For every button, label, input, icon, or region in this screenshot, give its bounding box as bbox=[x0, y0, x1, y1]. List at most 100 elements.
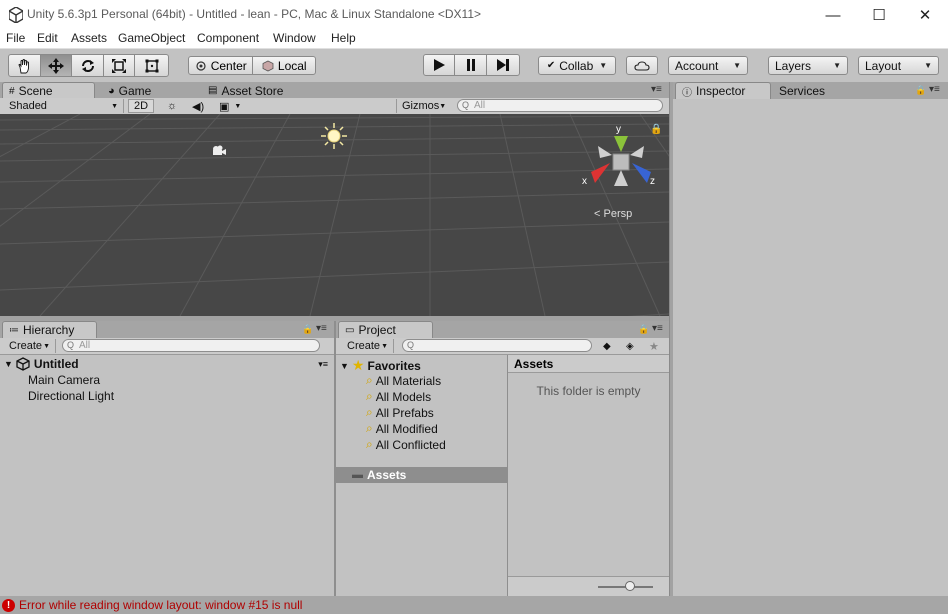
tab-scene[interactable]: # Scene bbox=[2, 82, 95, 99]
lock-icon[interactable]: 🔒 bbox=[638, 324, 649, 335]
window-title: Unity 5.6.3p1 Personal (64bit) - Untitle… bbox=[27, 7, 482, 21]
favorite-item-all-materials[interactable]: ⌕ All Materials bbox=[366, 373, 441, 388]
project-create-label: Create bbox=[347, 340, 381, 352]
chevron-down-icon: ▼ bbox=[43, 342, 50, 350]
menu-help[interactable]: Help bbox=[331, 31, 356, 45]
play-button[interactable] bbox=[424, 55, 456, 75]
filter-type-button[interactable]: ◆ bbox=[598, 339, 618, 353]
star-icon: ★ bbox=[649, 340, 659, 353]
tab-project-label: Project bbox=[358, 323, 396, 337]
pause-icon bbox=[466, 59, 475, 71]
scene-search-input[interactable]: Q All bbox=[457, 99, 663, 112]
panel-menu-icon[interactable]: ▾≡ bbox=[929, 84, 940, 95]
gizmos-dropdown[interactable]: Gizmos ▼ bbox=[396, 99, 450, 113]
chevron-down-icon: ▼ bbox=[381, 342, 388, 350]
pause-button[interactable] bbox=[455, 55, 487, 75]
pivot-center-label: Center bbox=[210, 58, 247, 73]
tag-icon: ◈ bbox=[626, 340, 634, 352]
pivot-space-toggle[interactable]: Local bbox=[253, 57, 315, 74]
panel-menu-icon[interactable]: ▾≡ bbox=[652, 323, 663, 334]
scene-viewport[interactable]: y x z 🔒 < Persp bbox=[0, 114, 669, 316]
lock-icon[interactable]: 🔒 bbox=[302, 324, 313, 335]
shading-mode-dropdown[interactable]: Shaded ▼ bbox=[4, 99, 124, 113]
favorite-button[interactable]: ★ bbox=[644, 339, 664, 353]
cloud-button[interactable] bbox=[626, 56, 658, 75]
scale-tool-button[interactable] bbox=[104, 55, 136, 76]
layers-dropdown[interactable]: Layers ▼ bbox=[768, 56, 848, 75]
maximize-button[interactable]: ☐ bbox=[856, 0, 902, 30]
status-message: Error while reading window layout: windo… bbox=[19, 598, 303, 612]
pivot-center-toggle[interactable]: Center bbox=[189, 57, 254, 74]
speaker-icon: ◀) bbox=[192, 100, 205, 113]
shading-mode-label: Shaded bbox=[9, 100, 47, 112]
favorite-label: All Prefabs bbox=[375, 405, 434, 420]
transform-tools bbox=[8, 54, 169, 77]
close-button[interactable]: ✕ bbox=[902, 0, 948, 30]
store-icon: ▤ bbox=[208, 85, 218, 96]
directional-light-icon[interactable] bbox=[320, 122, 348, 150]
expand-triangle-icon[interactable]: ▼ bbox=[340, 361, 349, 371]
menu-edit[interactable]: Edit bbox=[37, 31, 58, 45]
hierarchy-create-dropdown[interactable]: Create ▼ bbox=[4, 339, 56, 353]
step-button[interactable] bbox=[487, 55, 519, 75]
icon-size-slider-thumb[interactable] bbox=[625, 581, 635, 591]
menu-component[interactable]: Component bbox=[197, 31, 259, 45]
favorite-item-all-models[interactable]: ⌕ All Models bbox=[366, 389, 431, 404]
status-bar[interactable]: ! Error while reading window layout: win… bbox=[0, 596, 948, 614]
lighting-toggle[interactable]: ☼ bbox=[162, 99, 186, 113]
rect-tool-button[interactable] bbox=[135, 55, 168, 76]
filter-label-button[interactable]: ◈ bbox=[621, 339, 641, 353]
layout-dropdown[interactable]: Layout ▼ bbox=[858, 56, 939, 75]
minimize-button[interactable]: — bbox=[810, 0, 856, 30]
scene-menu-icon[interactable]: ▾≡ bbox=[318, 359, 328, 370]
menu-window[interactable]: Window bbox=[273, 31, 316, 45]
favorite-item-all-modified[interactable]: ⌕ All Modified bbox=[366, 421, 438, 436]
tab-scene-label: Scene bbox=[18, 84, 53, 98]
camera-icon[interactable] bbox=[209, 144, 227, 158]
hierarchy-search-input[interactable]: Q All bbox=[62, 339, 320, 352]
tab-inspector[interactable]: ⓘ Inspector bbox=[675, 82, 771, 99]
expand-triangle-icon[interactable]: ▼ bbox=[4, 359, 13, 369]
hierarchy-item-directional-light[interactable]: Directional Light bbox=[28, 389, 114, 403]
panel-menu-icon[interactable]: ▾≡ bbox=[316, 323, 327, 334]
error-icon: ! bbox=[2, 598, 15, 612]
favorite-item-all-prefabs[interactable]: ⌕ All Prefabs bbox=[366, 405, 434, 420]
scene-root-row[interactable]: ▼ Untitled ▾≡ bbox=[4, 357, 330, 371]
gizmos-label: Gizmos bbox=[402, 100, 440, 112]
assets-folder-row[interactable]: ▬ Assets bbox=[336, 467, 507, 483]
favorites-row[interactable]: ▼ ★ Favorites bbox=[340, 357, 421, 374]
project-search-input[interactable]: Q bbox=[402, 339, 592, 352]
panel-menu-icon[interactable]: ▾≡ bbox=[651, 84, 662, 95]
persp-label[interactable]: < Persp bbox=[594, 208, 632, 220]
2d-toggle[interactable]: 2D bbox=[128, 99, 154, 113]
menu-gameobject[interactable]: GameObject bbox=[118, 31, 185, 45]
tab-game[interactable]: ◕ Game bbox=[102, 82, 182, 99]
favorite-item-all-conflicted[interactable]: ⌕ All Conflicted bbox=[366, 437, 446, 452]
tab-services[interactable]: Services bbox=[773, 82, 853, 99]
scene-toolbar: Shaded ▼ 2D ☼ ◀) ▣ ▼ Gizmos ▼ Q All bbox=[0, 98, 669, 115]
unity-scene-icon bbox=[16, 357, 30, 371]
chevron-down-icon: ▼ bbox=[733, 61, 741, 70]
hand-tool-button[interactable] bbox=[9, 55, 41, 76]
lock-icon[interactable]: 🔒 bbox=[915, 85, 926, 96]
project-create-dropdown[interactable]: Create ▼ bbox=[342, 339, 394, 353]
move-tool-button[interactable] bbox=[40, 55, 73, 76]
lock-icon[interactable]: 🔒 bbox=[650, 124, 662, 135]
collab-dropdown[interactable]: ✔ Collab ▼ bbox=[538, 56, 616, 75]
play-controls bbox=[423, 54, 520, 76]
effects-dropdown[interactable]: ▣ ▼ bbox=[214, 99, 248, 113]
search-icon: Q bbox=[462, 100, 470, 110]
account-dropdown[interactable]: Account ▼ bbox=[668, 56, 748, 75]
scene-search-placeholder: All bbox=[474, 100, 486, 111]
main-toolbar: Center Local ✔ Collab ▼ Account ▼ Layers… bbox=[0, 48, 948, 82]
tab-asset-store[interactable]: ▤ Asset Store bbox=[202, 82, 312, 99]
menu-file[interactable]: File bbox=[6, 31, 25, 45]
local-cube-icon bbox=[262, 60, 274, 71]
tab-project[interactable]: ▭ Project bbox=[338, 321, 433, 338]
audio-toggle[interactable]: ◀) bbox=[187, 99, 211, 113]
menu-assets[interactable]: Assets bbox=[71, 31, 107, 45]
tab-hierarchy[interactable]: ≔ Hierarchy bbox=[2, 321, 97, 338]
hierarchy-item-main-camera[interactable]: Main Camera bbox=[28, 373, 100, 387]
tab-services-label: Services bbox=[779, 83, 826, 98]
rotate-tool-button[interactable] bbox=[72, 55, 104, 76]
